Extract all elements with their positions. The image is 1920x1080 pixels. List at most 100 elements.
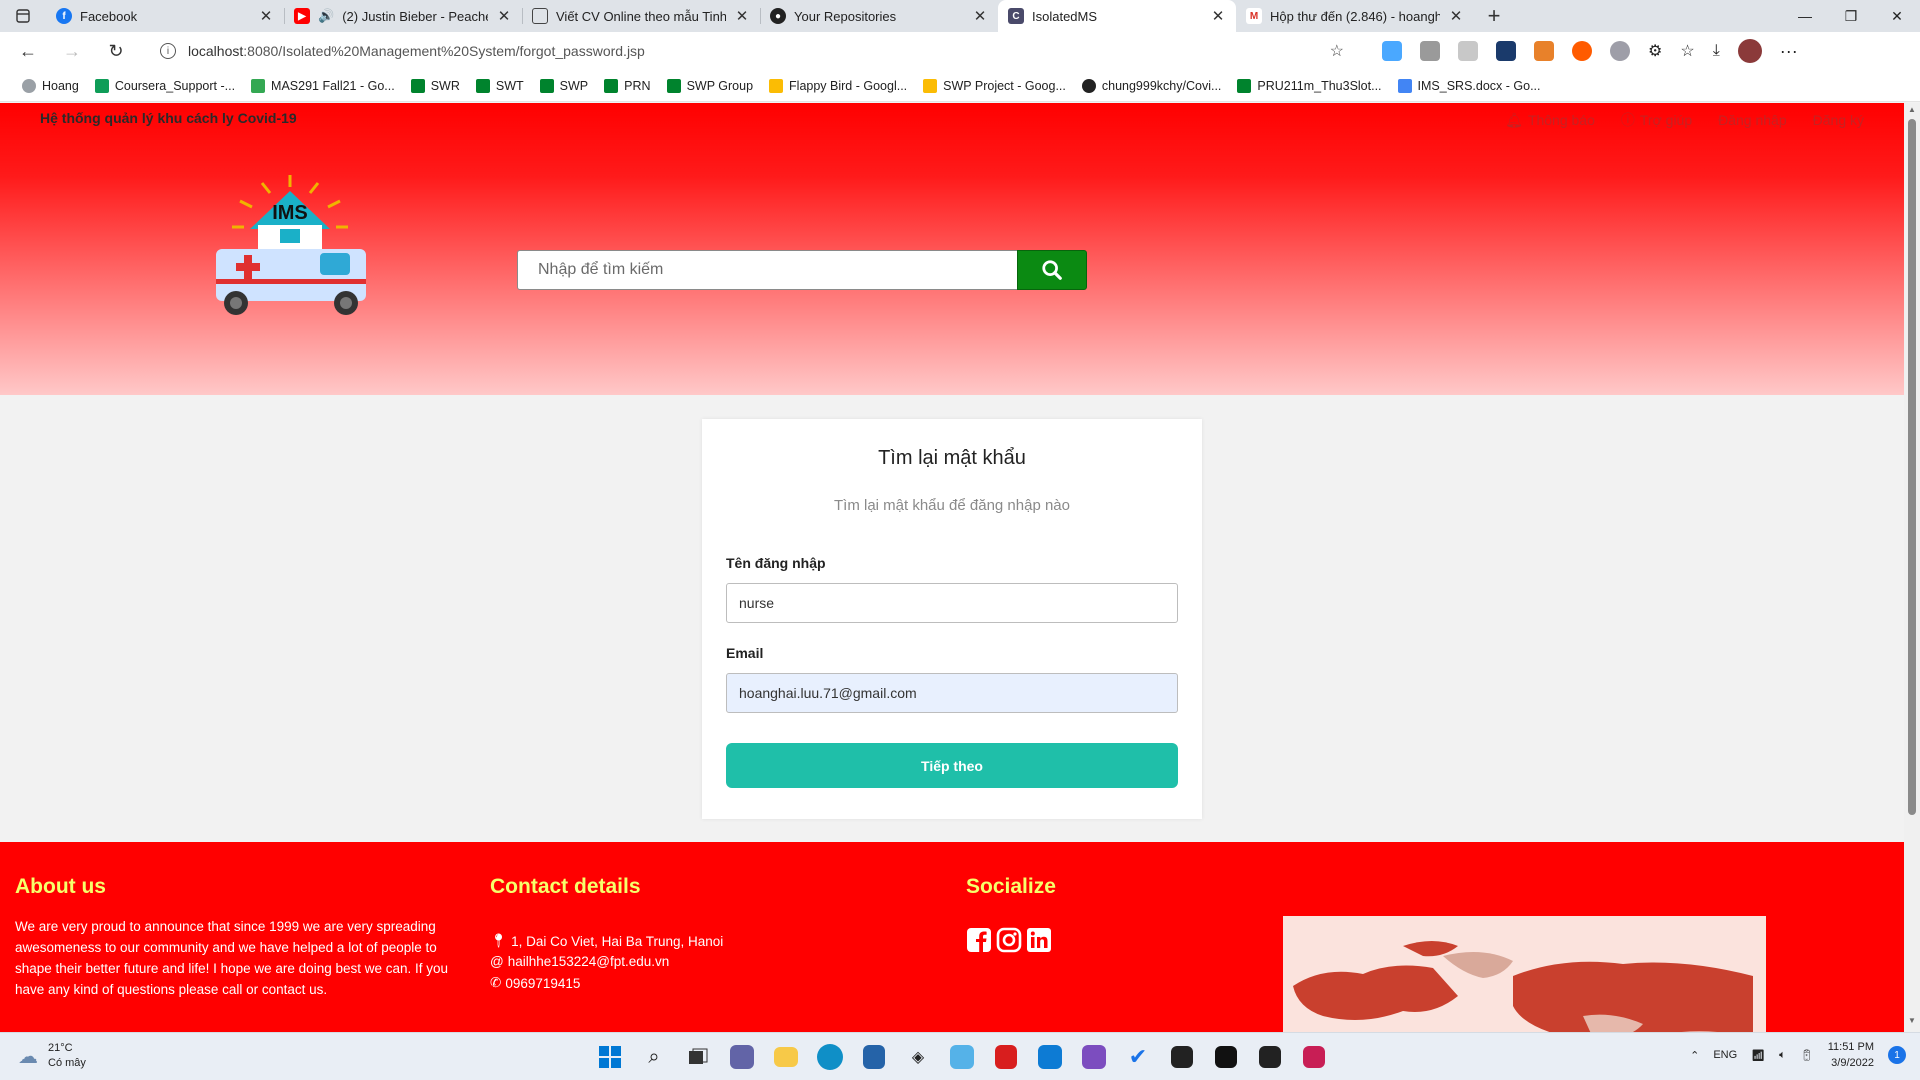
file-explorer-icon[interactable] bbox=[774, 1047, 798, 1067]
downloads-icon[interactable]: ⤓ bbox=[1713, 42, 1720, 60]
rider-icon[interactable] bbox=[1303, 1046, 1325, 1068]
social-links bbox=[966, 927, 1052, 953]
snipping-tool-icon[interactable] bbox=[950, 1045, 974, 1069]
wifi-icon[interactable]: 📶︎ bbox=[1751, 1049, 1765, 1062]
scroll-down-icon[interactable]: ▼ bbox=[1904, 1016, 1920, 1030]
visual-studio-icon[interactable] bbox=[1082, 1045, 1106, 1069]
more-menu-icon[interactable]: ··· bbox=[1780, 41, 1798, 62]
close-tab-icon[interactable]: ✕ bbox=[972, 7, 988, 25]
nav-notifications[interactable]: 🔔︎ Thông báo bbox=[1505, 110, 1595, 130]
reload-icon[interactable]: ↻ bbox=[94, 32, 138, 70]
close-window-icon[interactable]: ✕ bbox=[1874, 0, 1920, 32]
bookmark-item[interactable]: SWP Project - Goog... bbox=[915, 78, 1074, 93]
close-tab-icon[interactable]: ✕ bbox=[1448, 7, 1464, 25]
facebook-icon[interactable] bbox=[966, 927, 992, 953]
unity-icon[interactable]: ◈ bbox=[902, 1041, 934, 1073]
unity-hub-icon[interactable] bbox=[1259, 1046, 1281, 1068]
battery-icon[interactable]: 🔋︎ bbox=[1800, 1049, 1814, 1062]
bookmark-item[interactable]: MAS291 Fall21 - Go... bbox=[243, 78, 403, 93]
close-tab-icon[interactable]: ✕ bbox=[258, 7, 274, 25]
url-text[interactable]: localhost:8080/Isolated%20Management%20S… bbox=[188, 43, 1318, 59]
username-label: Tên đăng nhập bbox=[726, 555, 826, 571]
clock[interactable]: 11:51 PM 3/9/2022 bbox=[1828, 1039, 1874, 1071]
start-icon[interactable] bbox=[594, 1041, 626, 1073]
close-tab-icon[interactable]: ✕ bbox=[496, 7, 512, 25]
contact-phone[interactable]: ✆ 0969719415 bbox=[490, 975, 580, 991]
bookmark-item[interactable]: chung999kchy/Covi... bbox=[1074, 78, 1230, 93]
extension-icon[interactable] bbox=[1382, 41, 1402, 61]
page-scrollbar[interactable]: ▲ ▼ bbox=[1904, 103, 1920, 1032]
acrobat-icon[interactable] bbox=[995, 1045, 1017, 1069]
minimize-icon[interactable]: — bbox=[1782, 0, 1828, 32]
bookmark-item[interactable]: SWP bbox=[532, 78, 596, 93]
phone-icon: ✆ bbox=[490, 975, 502, 990]
search-input[interactable] bbox=[517, 250, 1017, 290]
contact-email[interactable]: @ hailhhe153224@fpt.edu.vn bbox=[490, 954, 669, 969]
instagram-icon[interactable] bbox=[996, 927, 1022, 953]
vscode-icon[interactable] bbox=[1038, 1045, 1062, 1069]
extension-icon[interactable] bbox=[1458, 41, 1478, 61]
email-field[interactable] bbox=[726, 673, 1178, 713]
bookmark-item[interactable]: SWR bbox=[403, 78, 468, 93]
notification-badge[interactable]: 1 bbox=[1888, 1046, 1906, 1064]
username-field[interactable] bbox=[726, 583, 1178, 623]
speaker-icon[interactable]: 🔊 bbox=[318, 8, 334, 24]
ims-logo[interactable]: IMS bbox=[210, 169, 370, 319]
browser-tab[interactable]: ● Your Repositories ✕ bbox=[760, 0, 998, 32]
pycharm-icon[interactable] bbox=[1215, 1046, 1237, 1068]
teams-chat-icon[interactable] bbox=[730, 1045, 754, 1069]
taskbar-apps: ⌕ ◈ ✔ bbox=[594, 1041, 1330, 1073]
google-drive-icon bbox=[769, 78, 784, 93]
nav-login[interactable]: Đăng nhập bbox=[1718, 110, 1787, 130]
bookmark-item[interactable]: Hoang bbox=[14, 78, 87, 93]
chevron-up-icon[interactable]: ⌃ bbox=[1690, 1049, 1699, 1062]
scroll-up-icon[interactable]: ▲ bbox=[1904, 105, 1920, 119]
extension-icon[interactable] bbox=[1496, 41, 1516, 61]
metamask-icon[interactable] bbox=[1534, 41, 1554, 61]
weather-widget[interactable]: ☁ 21°C Có mây bbox=[18, 1041, 86, 1071]
bookmark-item[interactable]: PRU211m_Thu3Slot... bbox=[1229, 78, 1389, 93]
nav-register[interactable]: Đăng ký bbox=[1813, 110, 1864, 130]
restore-icon[interactable]: ❐ bbox=[1828, 0, 1874, 32]
search-icon[interactable]: ⌕ bbox=[638, 1041, 670, 1073]
next-button[interactable]: Tiếp theo bbox=[726, 743, 1178, 788]
bookmark-item[interactable]: SWP Group bbox=[659, 78, 761, 93]
browser-tab[interactable]: M Hộp thư đến (2.846) - hoanghai ✕ bbox=[1236, 0, 1474, 32]
bookmark-item[interactable]: IMS_SRS.docx - Go... bbox=[1390, 78, 1549, 93]
scrollbar-thumb[interactable] bbox=[1908, 119, 1916, 815]
extensions-puzzle-icon[interactable]: ⚙ bbox=[1648, 41, 1662, 61]
back-icon[interactable]: ← bbox=[6, 32, 50, 70]
bookmark-item[interactable]: Flappy Bird - Googl... bbox=[761, 78, 915, 93]
favorites-icon[interactable]: ☆ bbox=[1680, 41, 1694, 61]
browser-tab[interactable]: f Facebook ✕ bbox=[46, 0, 284, 32]
bookmark-item[interactable]: Coursera_Support -... bbox=[87, 78, 243, 93]
browser-tab[interactable]: ▶ 🔊 (2) Justin Bieber - Peaches f ✕ bbox=[284, 0, 522, 32]
bookmark-item[interactable]: PRN bbox=[596, 78, 658, 93]
tab-actions-button[interactable] bbox=[0, 0, 46, 32]
volume-icon[interactable]: 🔈︎ bbox=[1779, 1049, 1786, 1062]
security-shield-icon[interactable] bbox=[863, 1045, 885, 1069]
linkedin-icon[interactable] bbox=[1026, 927, 1052, 953]
bookmark-item[interactable]: SWT bbox=[468, 78, 532, 93]
language-indicator[interactable]: ENG bbox=[1713, 1049, 1737, 1061]
extension-icon[interactable] bbox=[1572, 41, 1592, 61]
close-tab-icon[interactable]: ✕ bbox=[1210, 7, 1226, 25]
site-info-icon[interactable]: i bbox=[160, 43, 176, 59]
todo-icon[interactable]: ✔ bbox=[1122, 1041, 1154, 1073]
extension-icon[interactable] bbox=[1420, 41, 1440, 61]
address-bar[interactable]: i localhost:8080/Isolated%20Management%2… bbox=[148, 36, 1356, 66]
search-button[interactable] bbox=[1017, 250, 1087, 290]
favorite-add-icon[interactable]: ☆ bbox=[1330, 41, 1344, 61]
edge-icon[interactable] bbox=[817, 1044, 843, 1070]
new-tab-button[interactable]: + bbox=[1474, 0, 1514, 32]
profile-avatar[interactable] bbox=[1737, 39, 1762, 63]
task-view-icon[interactable] bbox=[682, 1041, 714, 1073]
browser-tab[interactable]: Viết CV Online theo mẫu Tinh tế ✕ bbox=[522, 0, 760, 32]
forward-icon[interactable]: → bbox=[50, 32, 94, 70]
close-tab-icon[interactable]: ✕ bbox=[734, 7, 750, 25]
extension-icon[interactable] bbox=[1610, 41, 1630, 61]
site-title[interactable]: Hệ thống quản lý khu cách ly Covid-19 bbox=[40, 110, 297, 126]
nav-help[interactable]: ⓘ Trợ giúp bbox=[1621, 110, 1692, 130]
sticky-notes-icon[interactable] bbox=[1171, 1046, 1193, 1068]
browser-tab-active[interactable]: C IsolatedMS ✕ bbox=[998, 0, 1236, 32]
